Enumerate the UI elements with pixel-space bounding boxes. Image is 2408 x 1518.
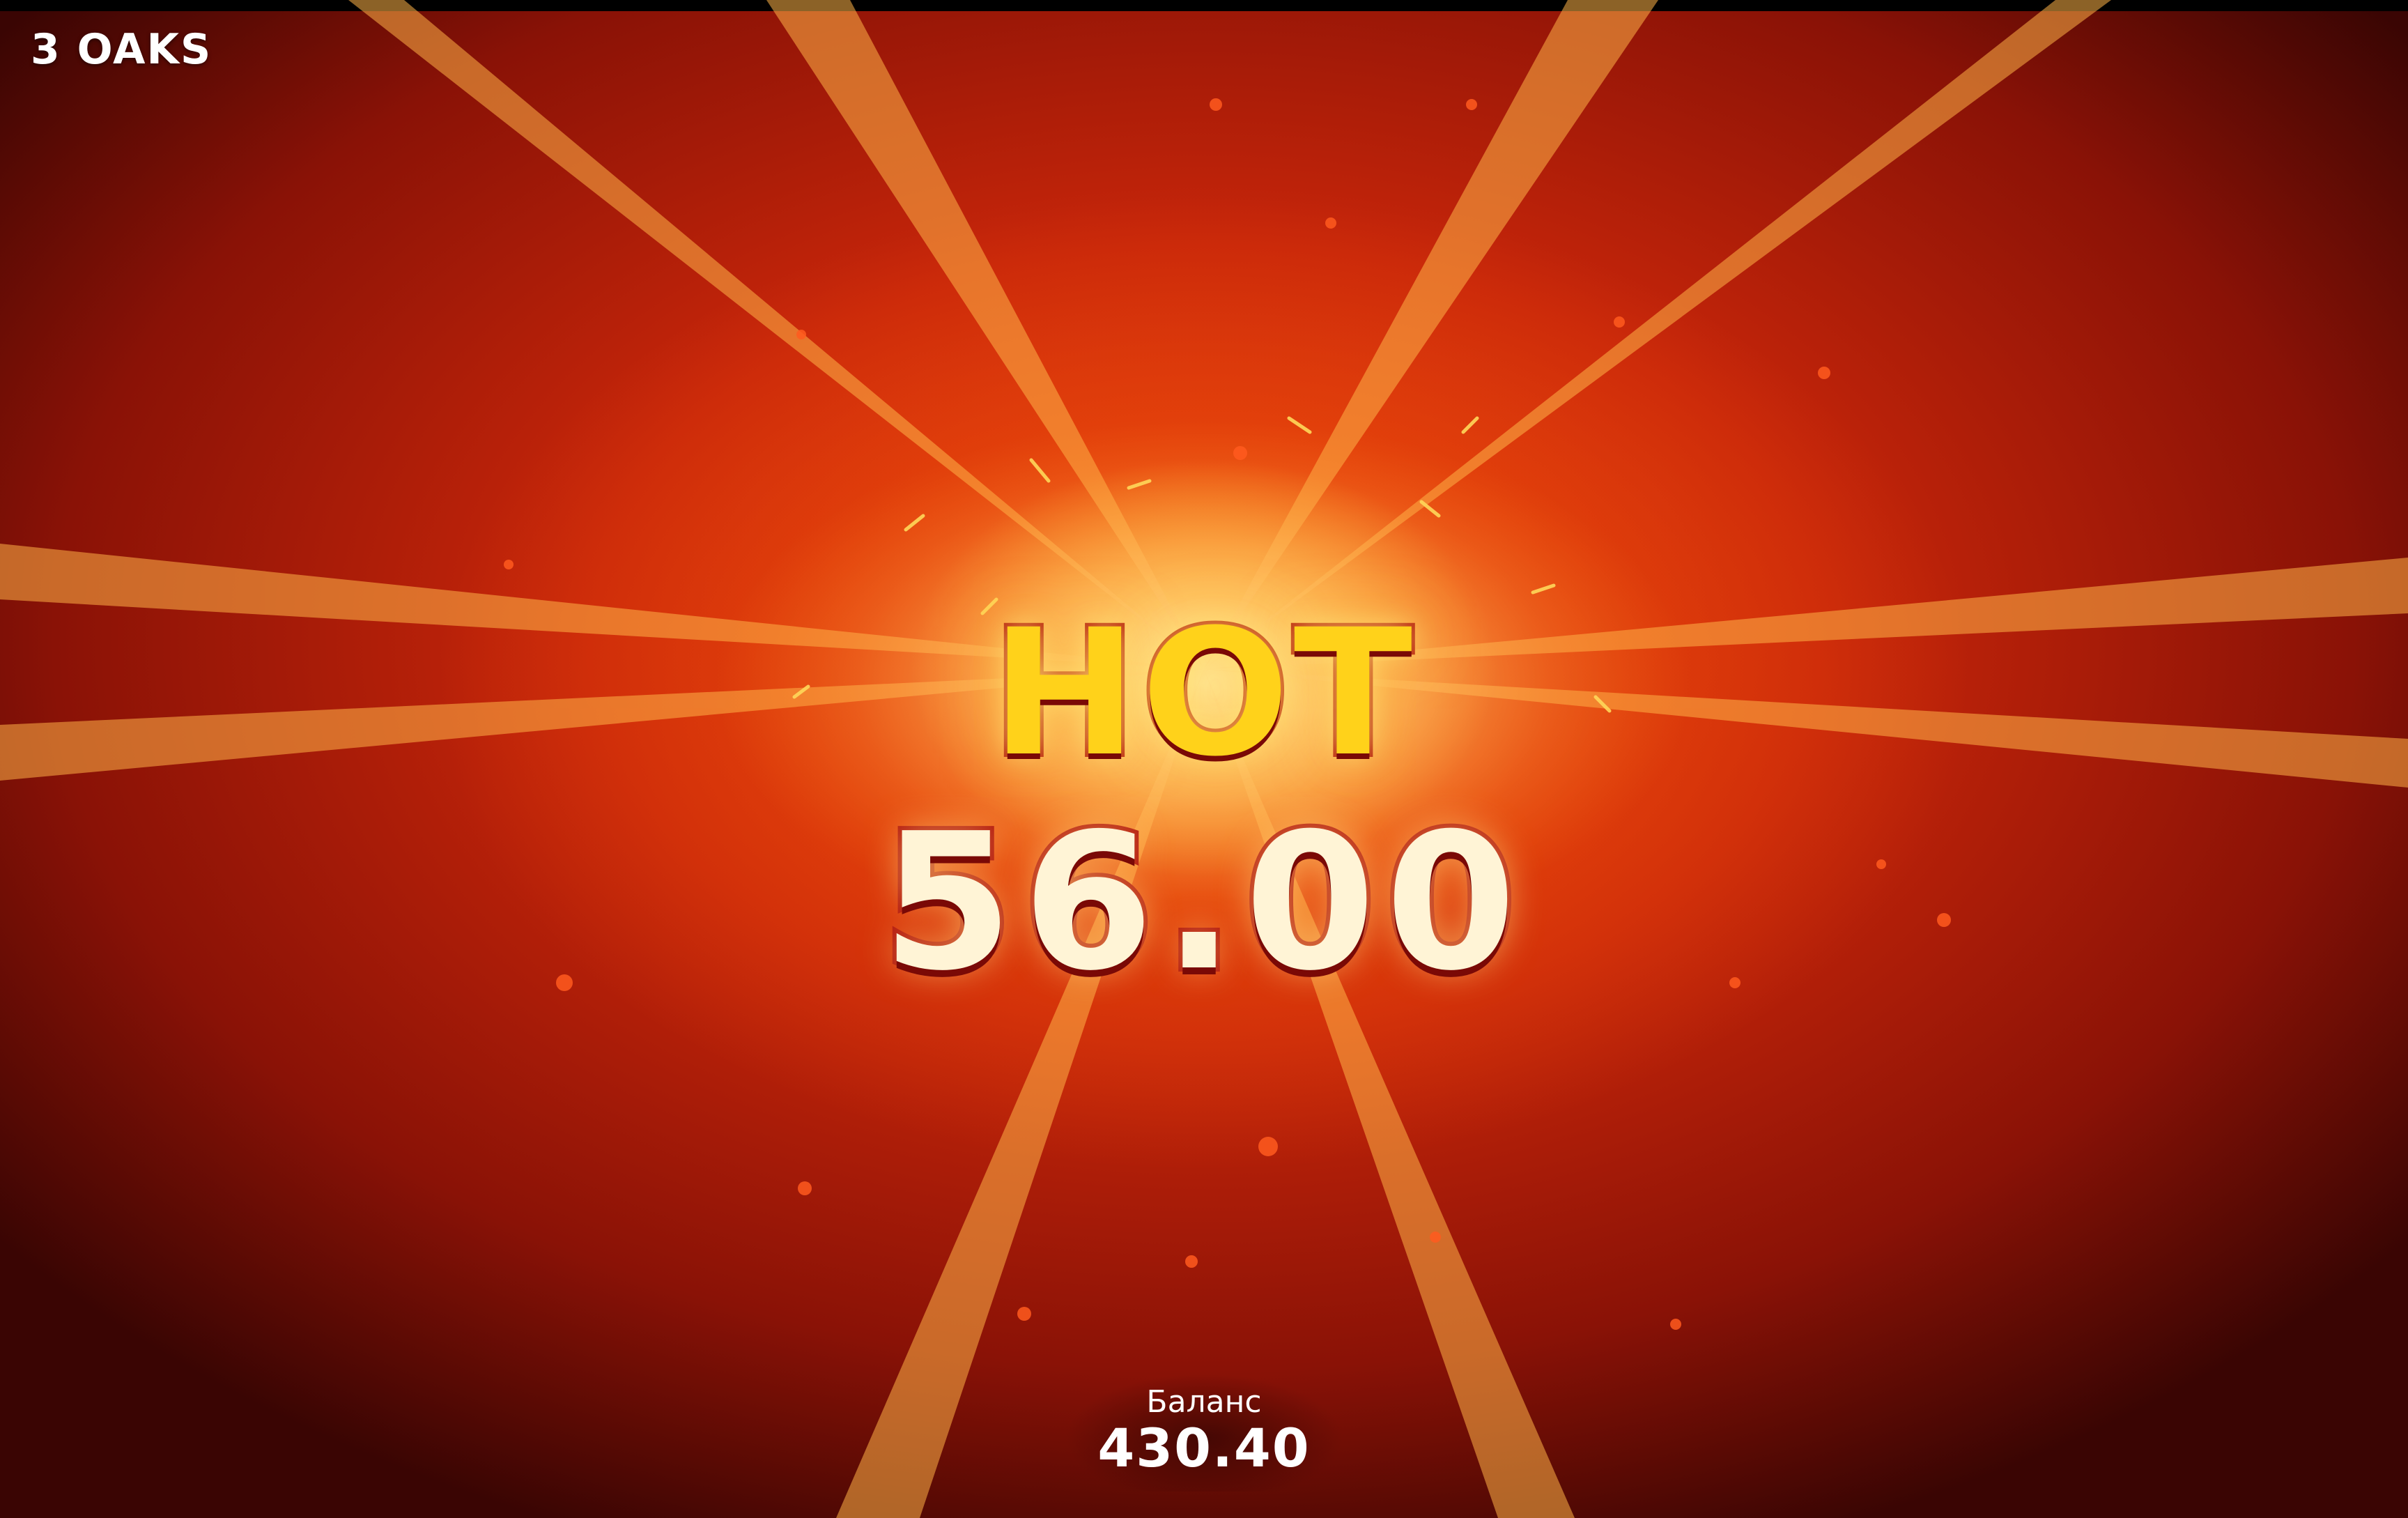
brand-logo: 3 OAKS bbox=[31, 25, 213, 74]
win-amount: 56.00 bbox=[878, 792, 1527, 1012]
win-level-title: HOT bbox=[988, 592, 1417, 795]
balance-value: 430.40 bbox=[1097, 1417, 1311, 1480]
balance-label: Баланс bbox=[1146, 1384, 1262, 1420]
balance-panel: Баланс 430.40 bbox=[1065, 1373, 1343, 1492]
win-celebration-screen[interactable]: 3 OAKS HOT 56.00 Баланс 430.40 bbox=[0, 0, 2408, 1518]
